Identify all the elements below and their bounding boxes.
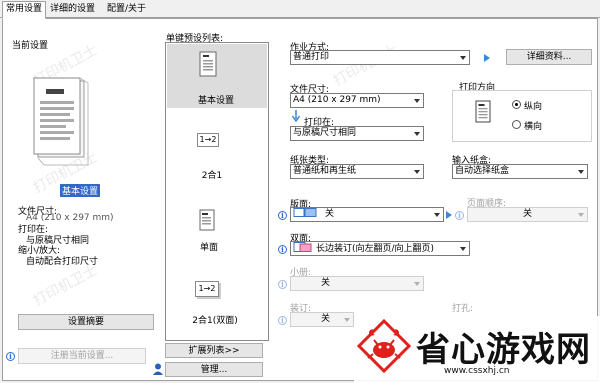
document-preview-icon [33,77,89,166]
extend-list-button[interactable]: 扩展列表>> [165,343,263,358]
site-logo-text: 省心游戏网 [416,330,591,370]
info-icon: i [278,280,287,289]
preset-item-2in1-duplex[interactable]: 2合1(双面) [170,313,260,326]
info-icon: i [455,211,464,220]
settings-summary-button[interactable]: 设置摘要 [18,314,154,330]
down-arrow-icon [292,110,300,122]
job-type-select[interactable]: 普通打印 [290,50,470,65]
portrait-radio[interactable] [512,100,521,109]
left-scale-value: 自动配合打印尺寸 [26,257,99,267]
orientation-group [452,90,592,142]
preset-list[interactable]: 基本设置 1→2 2合1 单面 1→2 2合1(双面) [165,42,269,341]
register-settings-button: 注册当前设置... [18,348,146,364]
play-arrow-icon [446,211,452,219]
landscape-radio[interactable] [512,120,521,129]
current-preset-name: 基本设置 [60,184,101,197]
site-logo-url: www.cssxhj.cn [444,366,510,376]
page-order-select: 关 [467,207,588,222]
tab-common-settings[interactable]: 常用设置 [2,1,47,19]
tab-bar: 常用设置 详细的设置 配置/关于 [0,0,600,19]
play-arrow-icon [484,54,490,62]
duplex-select[interactable]: 长边装订(向左翻页/向上翻页) [290,241,470,256]
info-icon[interactable]: i [278,245,287,254]
landscape-label: 横向 [524,122,543,132]
user-icon [153,363,163,375]
two-in-one-duplex-icon: 1→2 [195,281,219,297]
preset-item-single[interactable]: 单面 [166,240,254,253]
crab-logo-icon [356,318,412,374]
tab-detailed-settings[interactable]: 详细的设置 [47,2,98,18]
booklet-select: 关 [290,276,424,291]
info-icon[interactable]: i [6,352,15,361]
punch-label: 打孔: [452,304,474,314]
portrait-label: 纵向 [524,102,543,112]
portrait-page-icon [475,100,491,123]
info-icon: i [278,316,287,325]
single-sided-icon [199,209,215,231]
staple-select: 关 [290,312,354,327]
file-size-select[interactable]: A4 (210 x 297 mm) [290,93,424,108]
layout-icon [293,208,317,217]
input-tray-select[interactable]: 自动选择纸盒 [452,164,588,179]
basic-settings-icon [199,51,217,77]
print-on-select[interactable]: 与原稿尺寸相同 [290,126,424,141]
info-icon[interactable]: i [278,211,287,220]
tab-config-about[interactable]: 配置/关于 [104,2,149,18]
two-in-one-icon: 1→2 [197,133,219,147]
preset-item-2in1[interactable]: 2合1 [167,168,257,181]
preset-item-basic[interactable]: 基本设置 [171,93,261,106]
layout-select[interactable]: 关 [290,207,444,222]
detail-info-button[interactable]: 详细资料... [506,49,592,65]
current-settings-label: 当前设置 [12,41,49,51]
manage-button[interactable]: 管理... [165,362,263,377]
paper-type-select[interactable]: 普通纸和再生纸 [290,164,424,179]
duplex-icon [293,242,313,252]
site-logo-overlay: 省心游戏网 www.cssxhj.cn [354,316,600,383]
